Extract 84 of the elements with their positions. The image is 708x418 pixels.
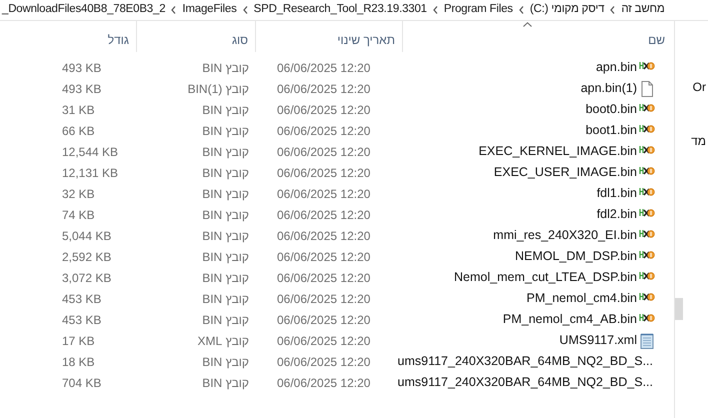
file-type: קובץ BIN — [202, 166, 249, 180]
file-name[interactable]: EXEC_KERNEL_IMAGE.bin — [478, 142, 637, 161]
file-size: 493 KB — [62, 60, 102, 76]
panel-label: Or — [692, 79, 707, 96]
date-modified: 06/06/2025 12:20 — [277, 228, 370, 244]
date-modified: 06/06/2025 12:20 — [277, 60, 370, 76]
chevron-icon[interactable] — [610, 6, 616, 14]
file-type: קובץ BIN — [202, 354, 249, 368]
file-name[interactable]: PM_nemol_cm4.bin — [526, 289, 637, 308]
file-name[interactable]: UMS9117.xml — [559, 331, 637, 350]
file-name[interactable]: Nemol_mem_cut_LTEA_DSP.bin — [454, 268, 637, 287]
blank-file-icon — [639, 80, 655, 96]
date-modified: 06/06/2025 12:20 — [277, 122, 370, 140]
chevron-icon[interactable] — [171, 6, 176, 14]
breadcrumb-item[interactable]: ImageFiles — [182, 1, 237, 19]
file-size: 12,131 KB — [62, 164, 118, 182]
date-modified: 06/06/2025 12:20 — [277, 312, 370, 328]
file-name[interactable]: boot1.bin — [586, 121, 637, 140]
panel-label: מד — [691, 133, 707, 150]
chevron-icon[interactable] — [242, 6, 248, 14]
file-type: קובץ XML — [198, 334, 249, 348]
date-modified: 06/06/2025 12:20 — [277, 332, 370, 350]
date-modified: 06/06/2025 12:20 — [277, 186, 370, 202]
breadcrumb-item[interactable]: SPD_Research_Tool_R23.19.3301 — [254, 1, 427, 19]
file-name[interactable]: apn.bin — [596, 58, 637, 77]
date-modified: 06/06/2025 12:20 — [277, 354, 370, 370]
file-name[interactable]: PM_nemol_cm4_AB.bin — [502, 310, 637, 329]
file-size: 12,544 KB — [62, 144, 118, 160]
file-size: 74 KB — [62, 206, 95, 224]
chevron-icon[interactable] — [432, 6, 438, 14]
file-type: קובץ BIN(1) — [188, 82, 249, 96]
file-size: 31 KB — [62, 102, 95, 118]
breadcrumb-item[interactable]: (C:) דיסק מקומי — [530, 1, 604, 19]
file-name[interactable]: fdl2.bin — [596, 205, 637, 224]
file-size: 2,592 KB — [62, 248, 112, 266]
date-modified: 06/06/2025 12:20 — [277, 164, 370, 182]
file-name[interactable]: apn.bin(1) — [580, 79, 637, 98]
file-size: 5,044 KB — [62, 228, 112, 244]
file-type: קובץ BIN — [202, 376, 249, 390]
date-modified: 06/06/2025 12:20 — [277, 206, 370, 224]
date-modified: 06/06/2025 12:20 — [277, 80, 370, 98]
file-type: קובץ BIN — [202, 270, 249, 284]
file-type: קובץ BIN — [202, 250, 249, 264]
file-type: קובץ BIN — [202, 144, 249, 158]
file-type: קובץ BIN — [202, 208, 249, 222]
date-modified: 06/06/2025 12:20 — [277, 102, 370, 118]
file-name[interactable]: mmi_res_240X320_EI.bin — [493, 226, 637, 245]
file-size: 3,072 KB — [62, 270, 112, 286]
file-name[interactable]: boot0.bin — [586, 100, 637, 119]
file-type: קובץ BIN — [202, 312, 249, 326]
file-size: 493 KB — [62, 80, 102, 98]
date-modified: 06/06/2025 12:20 — [277, 248, 370, 266]
date-modified: 06/06/2025 12:20 — [277, 270, 370, 286]
file-size: 66 KB — [62, 122, 95, 140]
date-modified: 06/06/2025 12:20 — [277, 144, 370, 160]
file-type: קובץ BIN — [202, 228, 249, 242]
file-type: קובץ BIN — [202, 60, 249, 74]
file-name[interactable]: NEMOL_DM_DSP.bin — [514, 247, 637, 266]
column-header[interactable]: תאריך שינוי — [337, 30, 395, 48]
column-header[interactable]: גודל — [108, 30, 129, 48]
file-size: 18 KB — [62, 354, 95, 370]
file-size: 453 KB — [62, 312, 102, 328]
file-size: 704 KB — [62, 374, 102, 392]
file-size: 32 KB — [62, 186, 95, 202]
file-name[interactable]: ums9117_240X320BAR_64MB_NQ2_BD_S... — [398, 352, 653, 371]
file-name[interactable]: EXEC_USER_IMAGE.bin — [494, 163, 637, 182]
breadcrumb-item[interactable]: Program Files — [444, 1, 513, 19]
file-type: קובץ BIN — [202, 292, 249, 306]
chevron-icon[interactable] — [518, 6, 524, 14]
file-name[interactable]: ums9117_240X320BAR_64MB_NQ2_BD_S... — [398, 373, 653, 392]
file-size: 453 KB — [62, 290, 102, 308]
date-modified: 06/06/2025 12:20 — [277, 290, 370, 308]
notepad-file-icon — [639, 332, 655, 348]
file-size: 17 KB — [62, 332, 95, 350]
file-type: קובץ BIN — [202, 102, 249, 116]
file-type: קובץ BIN — [202, 186, 249, 200]
date-modified: 06/06/2025 12:20 — [277, 374, 370, 392]
breadcrumb-item[interactable]: _DownloadFiles40B8_78E0B3_2 — [2, 1, 166, 19]
column-header[interactable]: שם — [648, 30, 665, 48]
scrollbar-thumb[interactable] — [675, 298, 683, 320]
breadcrumb-item[interactable]: מחשב זה — [621, 1, 665, 19]
file-type: קובץ BIN — [202, 124, 249, 138]
column-header[interactable]: סוג — [232, 30, 248, 48]
file-name[interactable]: fdl1.bin — [596, 184, 637, 203]
